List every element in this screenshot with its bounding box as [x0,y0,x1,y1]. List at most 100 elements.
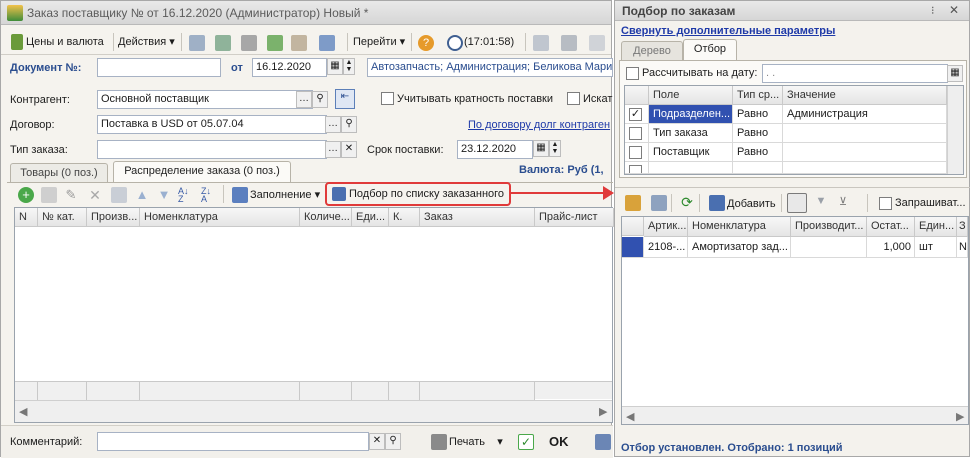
clear-filter-icon[interactable]: ⊻ [835,195,851,211]
filter-row-checkbox[interactable] [629,165,642,173]
time-display[interactable]: (17:01:58) [464,32,514,52]
column-header[interactable]: Тип ср... [733,86,783,105]
tab-tree[interactable]: Дерево [621,41,683,61]
fill-menu-button[interactable]: Заполнение ▾ [250,185,320,205]
add-button[interactable]: Добавить [727,194,776,214]
column-header[interactable]: № кат. [38,208,87,227]
delivery-spin-button[interactable]: ▲ ▼ [549,140,561,157]
search-checkbox[interactable] [567,92,580,105]
filter-row-checkbox[interactable] [629,146,642,159]
order-type-field[interactable] [97,140,327,159]
column-header[interactable]: Номенклатура [688,217,791,237]
tab-filter[interactable]: Отбор [683,39,737,61]
post-icon[interactable] [267,35,283,51]
list-icon[interactable] [533,35,549,51]
order-distribution-table[interactable]: N № кат. Произв... Номенклатура Количе..… [14,207,614,423]
add-row-icon[interactable]: + [18,187,34,203]
collapse-params-link[interactable]: Свернуть дополнительные параметры [621,25,835,37]
column-header[interactable]: Заказ [420,208,535,227]
multiplicity-checkbox[interactable] [381,92,394,105]
comment-clear-icon[interactable]: ✕ [369,433,385,450]
result-name-cell[interactable]: Амортизатор зад... [688,237,791,258]
delivery-date-field[interactable]: 23.12.2020 [457,140,533,159]
actions-menu-button[interactable]: Действия ▾ [118,32,175,52]
move-down-icon[interactable]: ▼ [156,187,172,203]
result-unit-cell[interactable]: шт [915,237,957,258]
filter-value-cell[interactable] [783,143,947,162]
ask-checkbox[interactable] [879,197,892,210]
copy-row-icon[interactable] [41,187,57,203]
contractor-open-icon[interactable]: ⚲ [312,91,328,108]
filter-value-cell[interactable]: Администрация [783,105,947,124]
column-header[interactable]: Еди... [352,208,389,227]
column-header[interactable]: Значение [783,86,947,105]
column-header[interactable]: Поле [649,86,733,105]
column-header[interactable]: Един... [915,217,957,237]
scroll-left-icon[interactable]: ◀ [19,405,27,418]
filter-scrollbar[interactable] [947,86,963,174]
column-header[interactable]: N [15,208,38,227]
result-rest-cell[interactable]: 1,000 [867,237,915,258]
refresh-icon[interactable]: ⟳ [679,195,695,211]
result-article-cell[interactable]: 2108-... [644,237,688,258]
column-header[interactable]: З [957,217,968,237]
close-icon[interactable]: ✕ [949,3,959,17]
filter-type-cell[interactable]: Равно [733,143,783,162]
print-menu-button[interactable]: Печать ▾ [449,432,503,452]
delete-row-icon[interactable]: ✕ [87,187,103,203]
structure-icon[interactable] [319,35,335,51]
sort-asc-icon[interactable]: A↓ Z [178,187,194,204]
scroll-right-icon[interactable]: ▶ [599,405,607,418]
splitter[interactable] [615,187,970,188]
ok-button[interactable]: OK [549,432,569,452]
move-icon[interactable] [189,35,205,51]
filter-row-checkbox[interactable]: ✓ [629,108,642,121]
filter-field-cell[interactable]: Поставщик [649,143,733,162]
doc-date-field[interactable]: 16.12.2020 [252,58,327,77]
tab-goods[interactable]: Товары (0 поз.) [10,163,108,183]
contractor-extra-icon[interactable]: ⇤ [335,89,355,109]
horizontal-scrollbar[interactable]: ◀ ▶ [622,406,968,424]
comment-open-icon[interactable]: ⚲ [385,433,401,450]
window-icon[interactable] [589,35,605,51]
column-header[interactable]: К. [389,208,420,227]
save-row-icon[interactable] [111,187,127,203]
delivery-calendar-icon[interactable]: ▦ [533,140,549,157]
table-icon[interactable] [561,35,577,51]
calendar-icon[interactable]: ▦ [327,58,343,75]
order-type-clear-icon[interactable]: ✕ [341,141,357,158]
filter-type-cell[interactable]: Равно [733,124,783,143]
column-header[interactable]: Количе... [300,208,352,227]
image-icon[interactable] [215,35,231,51]
sort-desc-icon[interactable]: Z↓ A [201,187,217,204]
doc-number-field[interactable] [97,58,221,77]
scroll-left-icon[interactable]: ◀ [626,410,634,423]
save-icon[interactable] [595,434,611,450]
column-header[interactable]: Номенклатура [140,208,300,227]
comment-field[interactable] [97,432,369,451]
pick-by-list-button[interactable]: Подбор по списку заказанного [325,182,511,206]
filter-row-checkbox[interactable] [629,127,642,140]
horizontal-scrollbar[interactable]: ◀ ▶ [15,400,612,422]
filter-type-cell[interactable]: Равно [733,105,783,124]
column-header[interactable]: Артик... [644,217,688,237]
row-marker[interactable] [622,237,644,258]
order-type-select-button[interactable]: … [325,141,341,158]
result-maker-cell[interactable] [791,237,867,258]
column-header[interactable]: Остат... [867,217,915,237]
date-spin-button[interactable]: ▲ ▼ [343,58,355,75]
column-header[interactable]: Производит... [791,217,867,237]
options-icon[interactable]: ⁝ [931,4,935,17]
result-z-cell[interactable]: N [957,237,968,258]
filter-type-cell[interactable] [733,162,783,174]
edit-row-icon[interactable]: ✎ [63,187,79,203]
unpost-icon[interactable] [291,35,307,51]
move-up-icon[interactable]: ▲ [134,187,150,203]
contract-select-button[interactable]: … [325,116,341,133]
filter-field-cell[interactable]: Подразделен... [649,105,733,124]
filter-value-cell[interactable] [783,162,947,174]
filter-icon[interactable]: ▼ [813,195,829,211]
contractor-field[interactable]: Основной поставщик [97,90,313,109]
contractor-select-button[interactable]: … [296,91,312,108]
column-header[interactable]: Произв... [87,208,140,227]
